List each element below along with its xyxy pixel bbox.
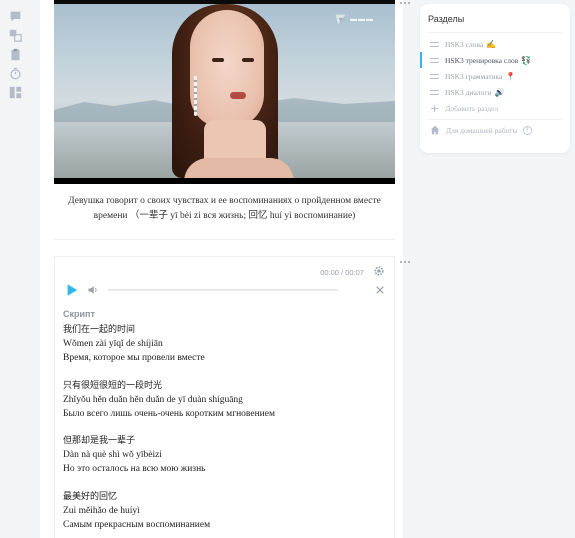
progress-track[interactable] (108, 289, 338, 291)
script-heading: Скрипт (63, 309, 95, 319)
sections-sidebar: Разделы HSK3 слова ✍️ HSK3 тренировка сл… (420, 4, 570, 153)
person-lips (230, 92, 246, 99)
pinyin-line: Zhǐyǒu hěn duǎn hěn duǎn de yī duàn shíg… (63, 394, 243, 405)
drag-handle-icon[interactable] (430, 73, 439, 79)
person-eye-left (212, 58, 224, 62)
channel-logo: ▬▬▬ (334, 12, 392, 26)
video-block-menu-icon[interactable] (400, 0, 414, 6)
timer-icon[interactable] (9, 67, 22, 80)
writing-hand-icon: ✍️ (486, 39, 497, 49)
translation-line: Было всего лишь очень-очень коротким мгн… (63, 408, 275, 419)
script-line-group: 但那却是我一辈子 Dàn nà què shì wǒ yībèizi Но эт… (63, 434, 383, 476)
script-line-group: 只有很短很短的一段时光 Zhǐyǒu hěn duǎn hěn duǎn de … (63, 379, 383, 421)
drag-handle-icon[interactable] (430, 89, 439, 95)
sidebar-item-label: HSK3 тренировка слов (445, 55, 519, 65)
sidebar-divider (428, 32, 562, 33)
script-line-group: 我们在一起的时间 Wǒmen zài yīqǐ de shíjiān Время… (63, 323, 383, 365)
sidebar-item-hsk3-words[interactable]: HSK3 слова ✍️ (420, 36, 570, 52)
close-icon[interactable] (375, 285, 385, 295)
clipboard-icon[interactable] (9, 48, 22, 61)
sidebar-divider (428, 119, 562, 120)
translate-icon[interactable] (9, 29, 22, 42)
pinyin-line: Zuì měihǎo de huíyì (63, 505, 140, 516)
translation-line: Но это осталось на всю мою жизнь (63, 464, 206, 474)
help-icon[interactable]: ? (522, 125, 532, 135)
chinese-line: 我们在一起的时间 (63, 325, 136, 335)
sidebar-item-hsk3-word-training[interactable]: HSK3 тренировка слов 💱 (420, 52, 570, 68)
translation-line: Самым прекрасным воспоминанием (63, 519, 211, 530)
pin-icon: 📍 (505, 71, 516, 81)
script-lines: 我们在一起的时间 Wǒmen zài yīqǐ de shíjiān Время… (63, 323, 383, 538)
add-section-label: Добавить раздел (445, 104, 499, 113)
chat-icon[interactable] (9, 10, 22, 23)
sidebar-item-label: HSK3 грамматика (445, 71, 503, 81)
video-caption: Девушка говорит о своих чувствах и ее во… (54, 194, 395, 224)
add-section-button[interactable]: + Добавить раздел (430, 102, 498, 115)
caption-line-2: времени （一辈子 yī bèi zi вся жизнь; 回忆 huí… (93, 211, 356, 221)
video-bottom-bar (54, 178, 395, 184)
lesson-content: ▬▬▬ Девушка говорит о своих чувствах и е… (40, 0, 403, 538)
translation-line: Время, которое мы провели вместе (63, 353, 205, 363)
pinyin-line: Dàn nà què shì wǒ yībèizi (63, 450, 162, 460)
sidebar-item-hsk3-grammar[interactable]: HSK3 грамматика 📍 (420, 68, 570, 84)
play-icon[interactable] (65, 283, 79, 297)
script-line-group: 最美好的回忆 Zuì měihǎo de huíyì Самым прекрас… (63, 490, 383, 532)
logo-text: ▬▬▬ (350, 15, 374, 23)
drag-handle-icon[interactable] (430, 41, 439, 47)
sidebar-item-label: HSK3 диалоги (445, 87, 492, 97)
chinese-line: 最美好的回忆 (63, 491, 118, 502)
volume-icon[interactable] (87, 284, 99, 296)
sidebar-title: Разделы (428, 14, 465, 24)
audio-player-card: 00:00 / 00:07 Скрипт 我们在一起的时间 Wǒmen zài … (54, 256, 395, 538)
speaker-icon: 🔊 (494, 87, 505, 97)
earring (194, 76, 197, 116)
playback-time: 00:00 / 00:07 (320, 268, 364, 277)
chinese-line: 但那却是我一辈子 (63, 436, 136, 446)
home-icon (430, 125, 440, 135)
player-block-menu-icon[interactable] (400, 259, 414, 265)
plus-icon: + (430, 102, 440, 115)
person-face (190, 10, 264, 128)
homework-item[interactable]: Для домашней работы ? (430, 125, 532, 135)
homework-label: Для домашней работы (446, 125, 518, 135)
layout-icon[interactable] (9, 86, 22, 99)
left-rail (0, 0, 30, 110)
sidebar-item-hsk3-dialogues[interactable]: HSK3 диалоги 🔊 (420, 84, 570, 100)
chinese-line: 只有很短很短的一段时光 (63, 380, 163, 391)
video-frame[interactable]: ▬▬▬ (54, 0, 395, 184)
person-eye-right (242, 58, 254, 62)
settings-gear-icon[interactable] (373, 265, 385, 277)
drag-handle-icon[interactable] (430, 57, 439, 63)
sidebar-item-label: HSK3 слова (445, 39, 484, 49)
pinyin-line: Wǒmen zài yīqǐ de shíjiān (63, 339, 163, 349)
caption-line-1: Девушка говорит о своих чувствах и ее во… (68, 196, 381, 206)
divider (54, 239, 395, 240)
currency-exchange-icon: 💱 (521, 55, 532, 65)
